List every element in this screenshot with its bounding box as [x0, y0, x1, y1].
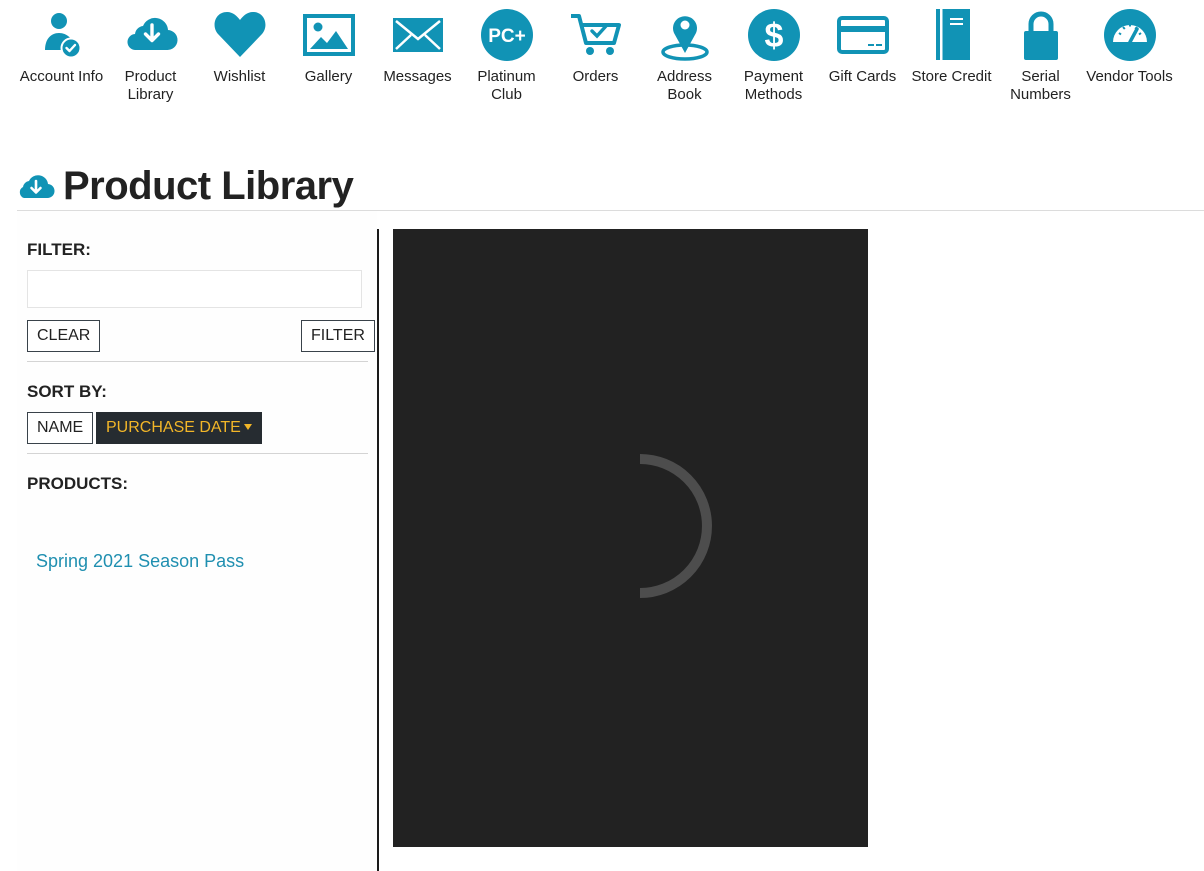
caret-down-icon — [243, 424, 252, 430]
sort-date-label: PURCHASE DATE — [106, 419, 241, 436]
page-header: Product Library — [17, 163, 354, 209]
filter-label: FILTER: — [27, 240, 91, 259]
filter-input[interactable] — [27, 270, 362, 308]
page-title: Product Library — [63, 163, 354, 208]
loading-spinner-icon — [639, 454, 712, 598]
nav-label: Product Library — [124, 68, 177, 103]
nav-vendor-tools[interactable]: Vendor Tools — [1085, 6, 1174, 86]
account-info-icon — [33, 6, 91, 64]
nav-label: Orders — [572, 68, 619, 85]
divider — [27, 361, 368, 362]
nav-payment-methods[interactable]: $ Payment Methods — [729, 6, 818, 104]
nav-label: Platinum Club — [477, 68, 536, 103]
sort-purchase-date-button[interactable]: PURCHASE DATE — [96, 412, 262, 444]
nav-serial-numbers[interactable]: Serial Numbers — [996, 6, 1085, 104]
sort-label: SORT BY: — [27, 382, 107, 401]
product-link[interactable]: Spring 2021 Season Pass — [36, 551, 244, 572]
heart-icon — [211, 6, 269, 64]
dollar-icon: $ — [745, 6, 803, 64]
nav-messages[interactable]: Messages — [373, 6, 462, 86]
book-icon — [923, 6, 981, 64]
nav-product-library[interactable]: Product Library — [106, 6, 195, 104]
nav-label: Messages — [383, 68, 452, 85]
nav-label: Gallery — [304, 68, 353, 85]
svg-text:$: $ — [764, 17, 783, 55]
nav-address-book[interactable]: Address Book — [640, 6, 729, 104]
sidebar: FILTER: CLEAR FILTER SORT BY: NAME PURCH… — [17, 211, 377, 871]
nav-account-info[interactable]: Account Info — [17, 6, 106, 86]
credit-card-icon — [834, 6, 892, 64]
nav-store-credit[interactable]: Store Credit — [907, 6, 996, 86]
nav-label: Store Credit — [911, 68, 992, 85]
lock-icon — [1012, 6, 1070, 64]
account-nav: Account Info Product Library Wishlist Gal… — [17, 6, 1187, 110]
nav-label: Vendor Tools — [1086, 68, 1173, 85]
filter-button[interactable]: FILTER — [301, 320, 375, 352]
platinum-club-icon: PC+ — [478, 6, 536, 64]
nav-wishlist[interactable]: Wishlist — [195, 6, 284, 86]
product-viewer — [393, 229, 868, 847]
nav-orders[interactable]: Orders — [551, 6, 640, 86]
nav-label: Wishlist — [213, 68, 266, 85]
nav-label: Serial Numbers — [1010, 68, 1071, 103]
map-pin-icon — [656, 6, 714, 64]
nav-gallery[interactable]: Gallery — [284, 6, 373, 86]
envelope-icon — [389, 6, 447, 64]
cloud-download-icon — [122, 6, 180, 64]
clear-button[interactable]: CLEAR — [27, 320, 101, 352]
nav-label: Address Book — [656, 68, 713, 103]
nav-label: Payment Methods — [743, 68, 804, 103]
image-icon — [300, 6, 358, 64]
nav-label: Account Info — [19, 68, 104, 85]
svg-text:PC+: PC+ — [488, 26, 526, 47]
cloud-download-icon — [19, 175, 55, 199]
gauge-icon — [1101, 6, 1159, 64]
divider — [27, 453, 368, 454]
panel-divider — [377, 229, 379, 871]
nav-platinum-club[interactable]: PC+ Platinum Club — [462, 6, 551, 104]
products-label: PRODUCTS: — [27, 474, 129, 493]
nav-label: Gift Cards — [828, 68, 897, 85]
sort-name-button[interactable]: NAME — [27, 412, 94, 444]
nav-gift-cards[interactable]: Gift Cards — [818, 6, 907, 86]
cart-icon — [567, 6, 625, 64]
